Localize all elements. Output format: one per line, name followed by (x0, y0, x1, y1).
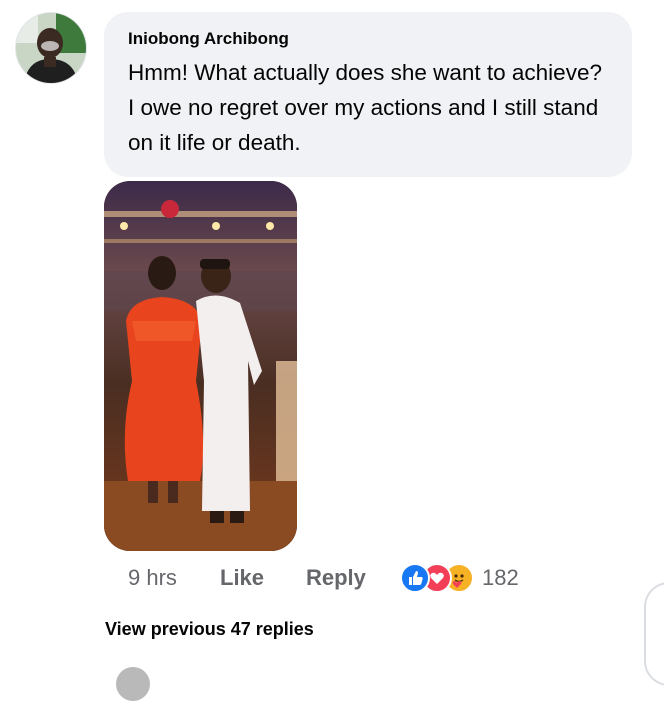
reaction-count: 182 (482, 565, 519, 590)
like-icon (400, 563, 430, 593)
reactions-summary[interactable]: 182 (400, 563, 519, 593)
comment-timestamp[interactable]: 9 hrs (128, 565, 220, 591)
photo-attachment[interactable] (104, 181, 297, 551)
reply-button[interactable]: Reply (306, 565, 400, 591)
comment-text: Hmm! What actually does she want to achi… (128, 60, 602, 155)
floating-action-edge[interactable] (644, 582, 664, 686)
avatar-photo (16, 13, 86, 83)
comment-author-name[interactable]: Iniobong Archibong (128, 29, 610, 49)
like-button[interactable]: Like (220, 565, 306, 591)
commenter-avatar[interactable] (16, 13, 86, 83)
comment-bubble: Iniobong Archibong Hmm! What actually do… (104, 12, 632, 177)
view-previous-replies-link[interactable]: View previous 47 replies (105, 619, 314, 640)
next-reply-avatar[interactable] (116, 667, 150, 701)
comment-actions: 9 hrs Like Reply 182 (128, 563, 519, 593)
photo-attachment-icon (104, 181, 297, 551)
